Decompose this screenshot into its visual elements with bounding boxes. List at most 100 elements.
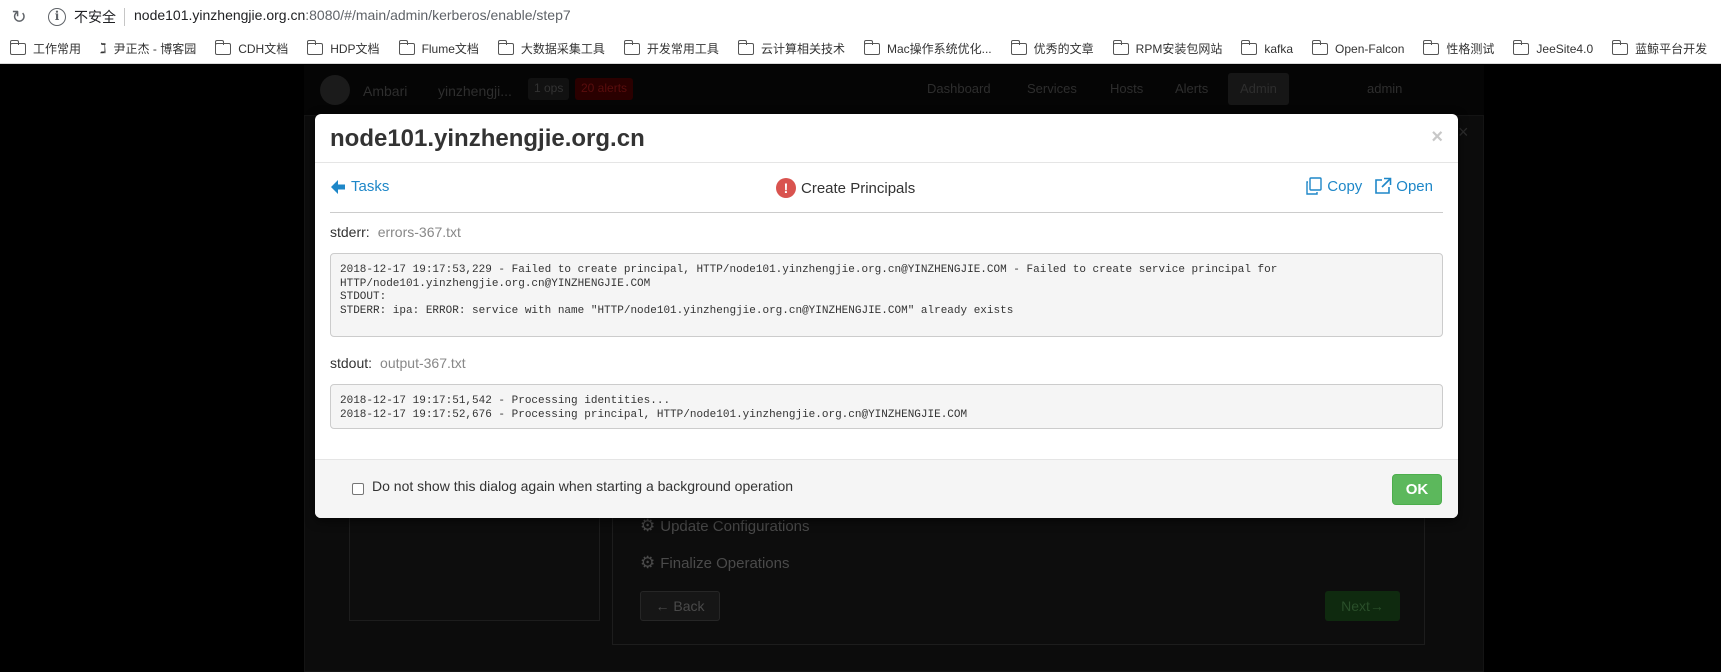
- folder-icon: [1312, 39, 1329, 55]
- cluster-name: yinzhengji...: [438, 83, 512, 99]
- arrow-left-icon: [331, 179, 345, 194]
- stderr-label: stderr:: [330, 224, 370, 240]
- modal-header: node101.yinzhengjie.org.cn ×: [315, 114, 1458, 163]
- url-host: node101.yinzhengjie.org.cn: [134, 7, 306, 23]
- bookmark-item[interactable]: 大数据采集工具: [488, 39, 614, 57]
- folder-icon: [1513, 39, 1530, 55]
- bookmark-item[interactable]: CDH文档: [205, 39, 297, 57]
- bookmark-item[interactable]: 蓝鲸平台开发: [1602, 39, 1716, 57]
- nav-alerts: Alerts: [1175, 81, 1209, 96]
- open-label: Open: [1396, 177, 1433, 195]
- bookmark-item[interactable]: 工作常用: [0, 39, 90, 57]
- bookmark-item[interactable]: 性格测试: [1413, 39, 1503, 57]
- folder-icon: [398, 39, 415, 55]
- open-button[interactable]: Open: [1374, 177, 1433, 195]
- bookmark-item[interactable]: Mac操作系统优化...: [854, 39, 1001, 57]
- nav-services: Services: [1027, 81, 1077, 96]
- bookmark-label: 性格测试: [1446, 42, 1495, 56]
- stderr-filename: errors-367.txt: [377, 224, 461, 240]
- dont-show-again-checkbox[interactable]: [352, 483, 364, 495]
- nav-admin: Admin: [1228, 73, 1289, 105]
- back-to-tasks-link[interactable]: Tasks: [330, 178, 389, 195]
- log-actions: Copy Open: [1293, 177, 1433, 195]
- security-status[interactable]: 不安全: [74, 7, 116, 27]
- folder-icon: [737, 39, 754, 55]
- modal-title: node101.yinzhengjie.org.cn: [330, 125, 645, 152]
- error-icon: !: [776, 178, 796, 198]
- bookmark-label: 大数据采集工具: [520, 42, 605, 56]
- folder-icon: [623, 39, 640, 55]
- bookmark-item[interactable]: 云计算相关技术: [728, 39, 854, 57]
- modal-footer: Do not show this dialog again when start…: [315, 459, 1458, 518]
- ok-button[interactable]: OK: [1392, 474, 1442, 505]
- nav-dashboard: Dashboard: [927, 81, 991, 96]
- bookmark-label: 尹正杰 - 博客园: [113, 42, 197, 56]
- reload-icon[interactable]: ↻: [8, 6, 30, 28]
- bookmark-label: RPM安装包网站: [1135, 42, 1223, 56]
- external-link-icon: [1375, 177, 1392, 194]
- bookmark-item[interactable]: ℷ 尹正杰 - 博客园: [90, 40, 205, 57]
- bookmark-item[interactable]: HDP文档: [297, 39, 388, 57]
- close-icon[interactable]: ×: [1431, 126, 1443, 149]
- folder-icon: [307, 39, 324, 55]
- folder-icon: [863, 39, 880, 55]
- bookmark-label: 优秀的文章: [1033, 42, 1094, 56]
- back-button: ← Back: [640, 591, 720, 621]
- task-log-modal: node101.yinzhengjie.org.cn × Tasks ! Cre…: [315, 114, 1458, 518]
- browser-address-bar: ↻ i 不安全 node101.yinzhengjie.org.cn:8080/…: [0, 0, 1721, 34]
- copy-icon: [1306, 177, 1322, 195]
- folder-icon: [215, 39, 232, 55]
- step-label: Finalize Operations: [660, 554, 790, 572]
- stdout-filename: output-367.txt: [380, 355, 466, 371]
- bookmark-label: Mac操作系统优化...: [886, 42, 992, 56]
- step-finalize-operations: ⚙ Finalize Operations: [640, 553, 789, 573]
- url-path: :8080/#/main/admin/kerberos/enable/step7: [305, 7, 571, 23]
- bookmark-label: JeeSite4.0: [1536, 41, 1594, 56]
- folder-icon: [1612, 39, 1629, 55]
- checkbox-label[interactable]: Do not show this dialog again when start…: [372, 478, 793, 494]
- nav-hosts: Hosts: [1110, 81, 1144, 96]
- bookmark-item[interactable]: Open-Falcon: [1302, 39, 1413, 56]
- bookmark-label: 云计算相关技术: [760, 42, 845, 56]
- next-button: Next→: [1325, 591, 1400, 621]
- bookmark-item[interactable]: JeeSite4.0: [1503, 39, 1602, 56]
- divider: [124, 8, 125, 26]
- gear-icon: ⚙: [640, 516, 656, 535]
- bookmark-label: Flume文档: [421, 42, 479, 56]
- bookmark-item[interactable]: RPM安装包网站: [1103, 39, 1232, 57]
- stdout-log[interactable]: 2018-12-17 19:17:51,542 - Processing ide…: [330, 384, 1443, 429]
- background-close-icon: ×: [1458, 122, 1469, 142]
- blog-logo-icon: ℷ: [100, 40, 107, 56]
- bookmark-label: 工作常用: [33, 42, 82, 56]
- bookmark-label: Open-Falcon: [1335, 41, 1405, 56]
- bookmark-item[interactable]: 开发常用工具: [614, 39, 728, 57]
- bookmark-label: 开发常用工具: [646, 42, 719, 56]
- bookmark-label: 蓝鲸平台开发: [1635, 42, 1708, 56]
- info-icon[interactable]: i: [48, 8, 66, 26]
- step-label: Update Configurations: [660, 517, 810, 535]
- stdout-label-row: stdout: output-367.txt: [330, 355, 466, 371]
- copy-button[interactable]: Copy: [1305, 177, 1362, 195]
- step-update-configurations: ⚙ Update Configurations: [640, 516, 810, 536]
- stderr-label-row: stderr: errors-367.txt: [330, 224, 461, 240]
- folder-icon: [1241, 39, 1258, 55]
- ops-badge: 1 ops: [528, 78, 570, 100]
- bookmark-item[interactable]: Flume文档: [389, 39, 488, 57]
- bookmark-item[interactable]: kafka: [1231, 39, 1302, 56]
- copy-label: Copy: [1327, 177, 1363, 195]
- task-toolbar: Tasks ! Create Principals Copy Open: [330, 163, 1443, 213]
- stdout-label: stdout:: [330, 355, 373, 371]
- back-label: Tasks: [351, 178, 390, 195]
- bookmark-item[interactable]: 优秀的文章: [1001, 39, 1103, 57]
- bookmark-label: HDP文档: [330, 42, 380, 56]
- folder-icon: [1010, 39, 1027, 55]
- alerts-badge: 20 alerts: [575, 78, 634, 100]
- bookmarks-bar: 工作常用 ℷ 尹正杰 - 博客园 CDH文档 HDP文档 Flume文档 大数据采集工具 开发…: [0, 34, 1721, 64]
- nav-user: admin: [1367, 81, 1403, 96]
- folder-icon: [1423, 39, 1440, 55]
- task-title: ! Create Principals: [776, 178, 915, 198]
- task-title-text: Create Principals: [801, 179, 916, 197]
- url-field[interactable]: node101.yinzhengjie.org.cn:8080/#/main/a…: [134, 7, 571, 23]
- bookmark-label: CDH文档: [238, 42, 289, 56]
- stderr-log[interactable]: 2018-12-17 19:17:53,229 - Failed to crea…: [330, 253, 1443, 337]
